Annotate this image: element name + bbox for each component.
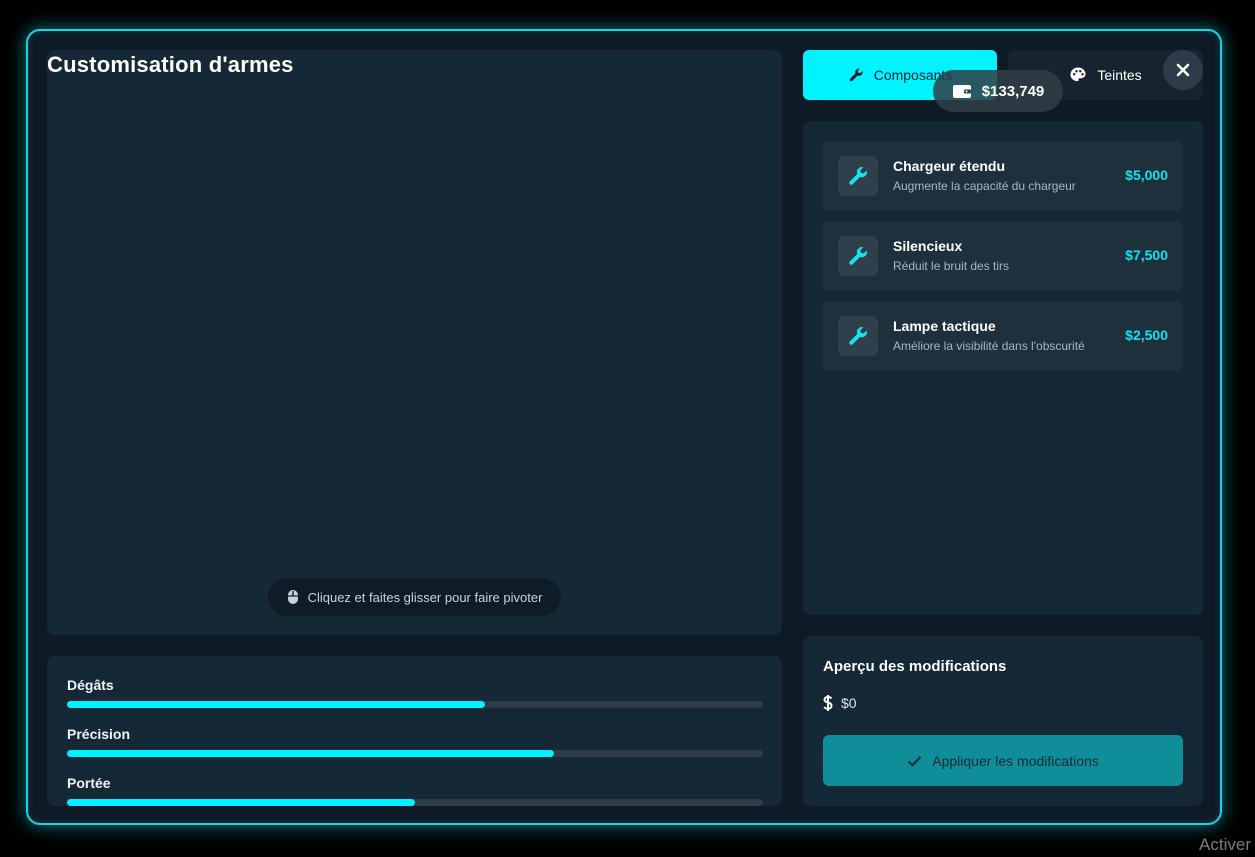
component-description: Améliore la visibilité dans l'obscurité xyxy=(893,339,1085,353)
close-icon xyxy=(1176,63,1190,77)
summary-total-value: $0 xyxy=(841,695,857,711)
summary-total: $0 xyxy=(823,694,857,712)
stat-track xyxy=(67,701,763,708)
stat-label: Dégâts xyxy=(67,677,114,693)
component-icon xyxy=(838,156,878,196)
wallet-icon xyxy=(952,85,971,98)
stat-accuracy: Précision xyxy=(67,726,763,757)
component-name: Chargeur étendu xyxy=(893,158,1006,174)
component-price: $5,000 xyxy=(1125,167,1168,183)
component-description: Réduit le bruit des tirs xyxy=(893,259,1010,273)
stat-label: Portée xyxy=(67,775,111,791)
mouse-icon xyxy=(287,590,298,604)
component-item-silencer[interactable]: Silencieux Réduit le bruit des tirs $7,5… xyxy=(823,221,1183,291)
stat-fill xyxy=(67,750,555,757)
apply-button[interactable]: Appliquer les modifications xyxy=(823,735,1183,786)
stat-damage: Dégâts xyxy=(67,677,763,708)
stat-label: Précision xyxy=(67,726,131,742)
page-title: Customisation d'armes xyxy=(47,52,294,77)
wrench-icon xyxy=(849,327,868,345)
stat-fill xyxy=(67,799,415,806)
stats-panel: Dégâts Précision Portée xyxy=(47,656,782,806)
component-icon xyxy=(838,316,878,356)
wrench-icon xyxy=(849,167,868,185)
apply-button-label: Appliquer les modifications xyxy=(932,752,1099,769)
rotate-hint-text: Cliquez et faites glisser pour faire piv… xyxy=(307,589,543,605)
check-icon xyxy=(908,755,922,767)
component-item-tactical-light[interactable]: Lampe tactique Améliore la visibilité da… xyxy=(823,301,1183,371)
summary-title: Aperçu des modifications xyxy=(823,658,1007,675)
rotate-hint: Cliquez et faites glisser pour faire piv… xyxy=(268,578,561,616)
component-name: Silencieux xyxy=(893,238,963,254)
activation-watermark: Activer xyxy=(1199,835,1251,854)
stat-track xyxy=(67,799,763,806)
stat-track xyxy=(67,750,763,757)
balance-amount: $133,749 xyxy=(981,82,1045,100)
component-name: Lampe tactique xyxy=(893,318,996,334)
stat-fill xyxy=(67,701,485,708)
balance-badge: $133,749 xyxy=(933,70,1063,112)
component-price: $7,500 xyxy=(1125,247,1168,263)
stat-range: Portée xyxy=(67,775,763,806)
tab-label: Teintes xyxy=(1097,67,1142,83)
components-list: Chargeur étendu Augmente la capacité du … xyxy=(803,121,1203,615)
wrench-icon xyxy=(849,68,863,82)
summary-panel: Aperçu des modifications $0 Appliquer le… xyxy=(803,636,1203,806)
palette-icon xyxy=(1070,67,1086,81)
weapon-viewer[interactable] xyxy=(47,50,782,635)
component-icon xyxy=(838,236,878,276)
dollar-icon xyxy=(823,695,833,711)
wrench-icon xyxy=(849,247,868,265)
component-price: $2,500 xyxy=(1125,327,1168,343)
component-item-extended-mag[interactable]: Chargeur étendu Augmente la capacité du … xyxy=(823,141,1183,211)
close-button[interactable] xyxy=(1163,50,1203,90)
component-description: Augmente la capacité du chargeur xyxy=(893,179,1076,193)
